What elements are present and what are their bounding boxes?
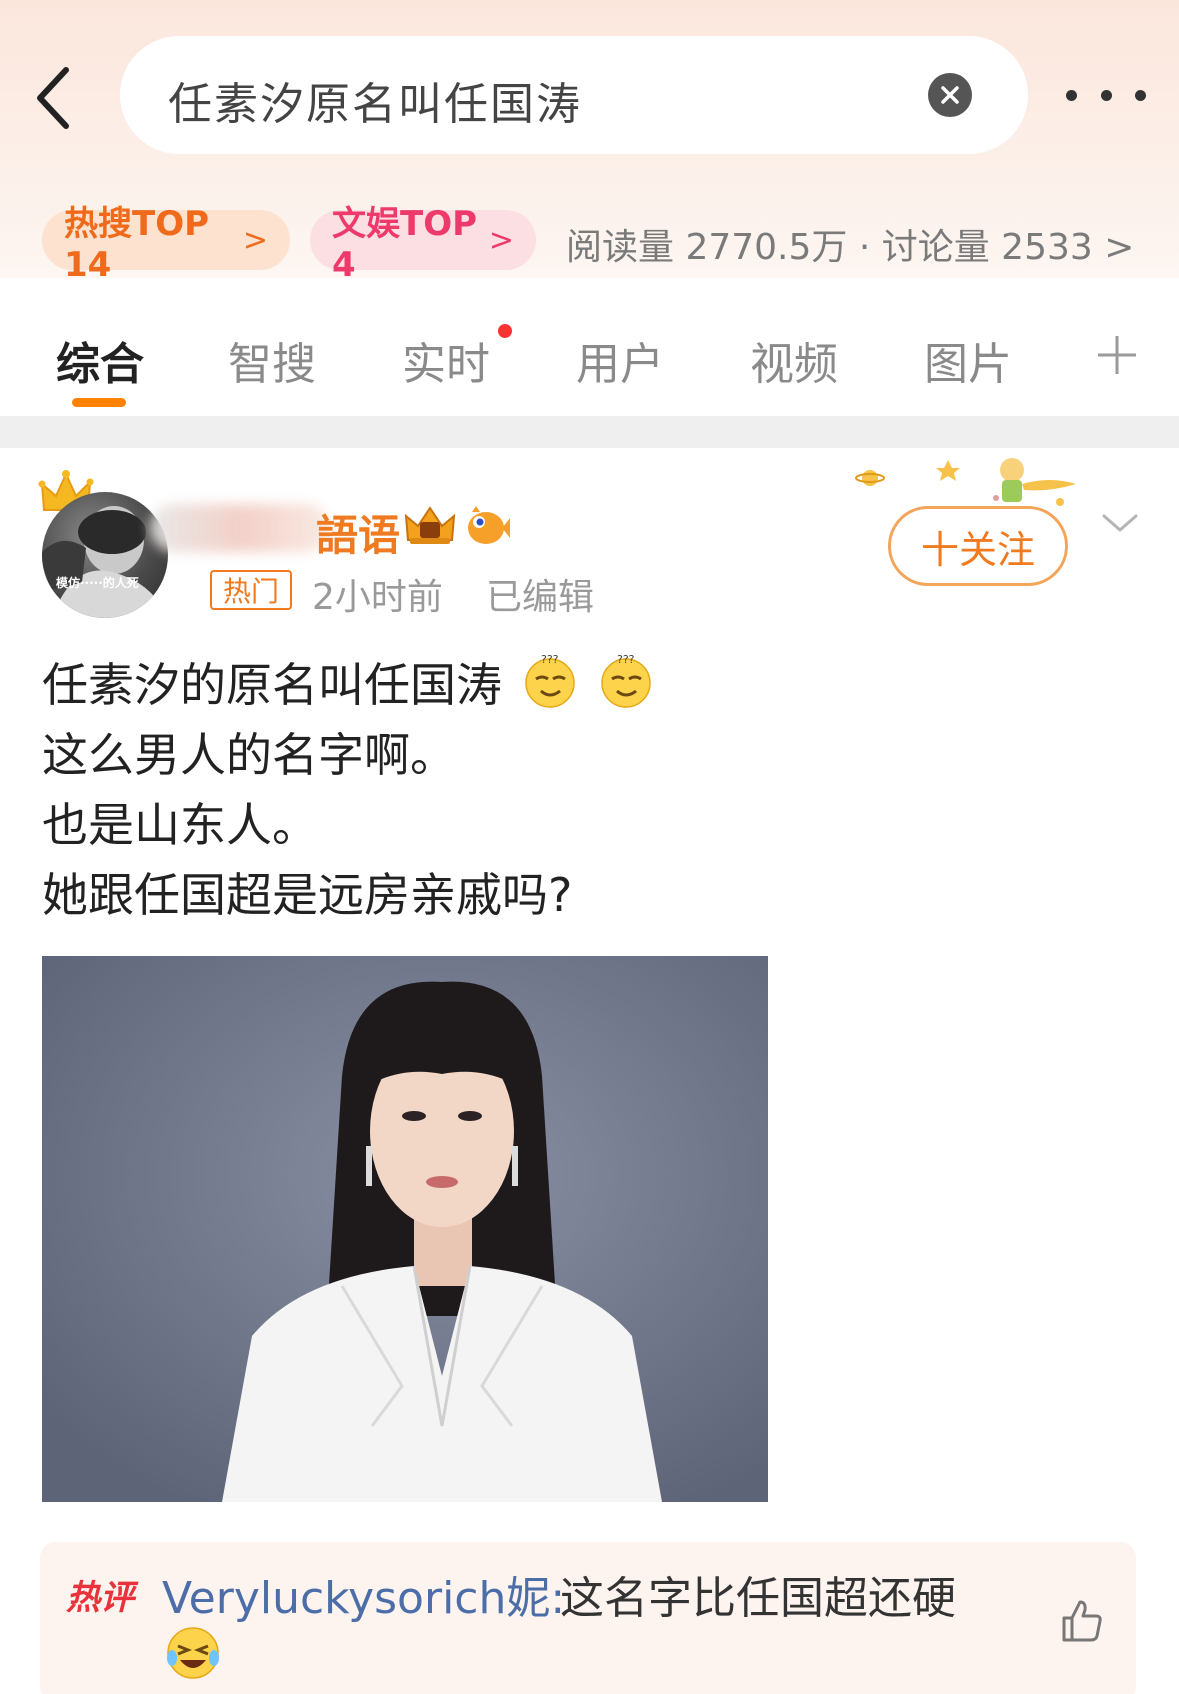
new-content-dot xyxy=(498,324,512,338)
post-line: 这么男人的名字啊。 xyxy=(42,728,456,782)
back-button[interactable] xyxy=(30,58,80,138)
search-query: 任素汐原名叫任国涛 xyxy=(168,79,582,130)
dizzy-face-emoji-icon: ??? xyxy=(601,653,651,708)
svg-text:???: ??? xyxy=(541,653,559,666)
add-tab-button[interactable] xyxy=(1094,332,1140,378)
chevron-right-icon: > xyxy=(242,222,268,258)
plus-icon xyxy=(1098,336,1136,374)
post-body: 任素汐的原名叫任国涛 ??? ??? 这么男人的名字啊。 也是山东人。 她跟任国… xyxy=(42,650,655,930)
chevron-down-icon[interactable] xyxy=(1100,508,1140,538)
more-dot-icon xyxy=(1066,89,1077,101)
dizzy-face-emoji-icon: ??? xyxy=(524,653,575,708)
tab-realtime[interactable]: 实时 xyxy=(402,328,490,392)
svg-text:???: ??? xyxy=(617,653,635,666)
post-line: 她跟任国超是远房亲戚吗? xyxy=(42,868,573,922)
vip-crown-badge-icon xyxy=(404,506,456,544)
portrait-photo xyxy=(42,956,768,1502)
active-tab-indicator xyxy=(72,398,126,407)
post-line: 任素汐的原名叫任国涛 ??? ??? xyxy=(42,650,655,720)
fish-badge-icon xyxy=(468,506,510,544)
hot-comment-card[interactable]: 热评 Veryluckysorich妮: 这名字比任国超还硬 xyxy=(40,1542,1136,1694)
comment-text: 这名字比任国超还硬 xyxy=(560,1573,956,1624)
little-prince-decoration-icon xyxy=(855,458,1076,506)
username[interactable]: 語语 xyxy=(316,502,400,563)
clear-search-button[interactable] xyxy=(928,73,972,117)
post-image[interactable] xyxy=(42,956,768,1502)
thumbs-up-icon[interactable] xyxy=(1058,1598,1104,1644)
result-tabs: 综合 智搜 实时 用户 视频 图片 xyxy=(0,288,1179,416)
more-dot-icon xyxy=(1100,89,1112,101)
hot-comment-tag: 热评 xyxy=(66,1578,134,1618)
chevron-right-icon: > xyxy=(488,222,514,258)
avatar: 模仿·····的人死 xyxy=(42,492,168,618)
entertainment-rank-pill[interactable]: 文娱TOP 4 > xyxy=(310,204,536,285)
topic-stats-link[interactable]: 阅读量 2770.5万 · 讨论量 2533 > xyxy=(566,218,1134,270)
more-options-button[interactable] xyxy=(1066,80,1146,110)
post-timestamp: 2小时前 xyxy=(312,577,443,618)
laughing-crying-emoji-icon xyxy=(167,1627,219,1679)
user-avatar[interactable]: 模仿·····的人死 xyxy=(38,470,168,620)
username-redacted xyxy=(150,504,330,552)
hot-search-rank-pill[interactable]: 热搜TOP 14 > xyxy=(42,204,290,285)
tab-smart-search[interactable]: 智搜 xyxy=(228,328,316,392)
entertainment-rank-label: 文娱TOP 4 xyxy=(332,203,478,285)
tab-users[interactable]: 用户 xyxy=(576,328,664,392)
post-line-text: 任素汐的原名叫任国涛 xyxy=(42,658,502,712)
follow-button[interactable]: 十关注 xyxy=(888,506,1068,586)
tab-comprehensive[interactable]: 综合 xyxy=(56,328,144,392)
hot-search-rank-label: 热搜TOP 14 xyxy=(64,203,210,285)
section-divider xyxy=(0,416,1179,448)
chevron-left-icon xyxy=(37,67,69,129)
more-dot-icon xyxy=(1135,89,1146,101)
avatar-caption: 模仿·····的人死 xyxy=(56,576,139,590)
close-icon xyxy=(941,86,959,104)
comment-username[interactable]: Veryluckysorich妮: xyxy=(162,1562,565,1626)
search-header: 任素汐原名叫任国涛 热搜TOP 14 > 文娱TOP 4 > 阅读量 2770.… xyxy=(0,0,1179,285)
hot-post-tag: 热门 xyxy=(210,570,292,610)
tab-videos[interactable]: 视频 xyxy=(750,328,838,392)
tab-images[interactable]: 图片 xyxy=(924,328,1012,392)
post-line: 也是山东人。 xyxy=(42,798,318,852)
avatar-photo xyxy=(42,506,168,618)
search-input[interactable]: 任素汐原名叫任国涛 xyxy=(120,36,1028,154)
post-edited-label: 已编辑 xyxy=(486,577,595,618)
